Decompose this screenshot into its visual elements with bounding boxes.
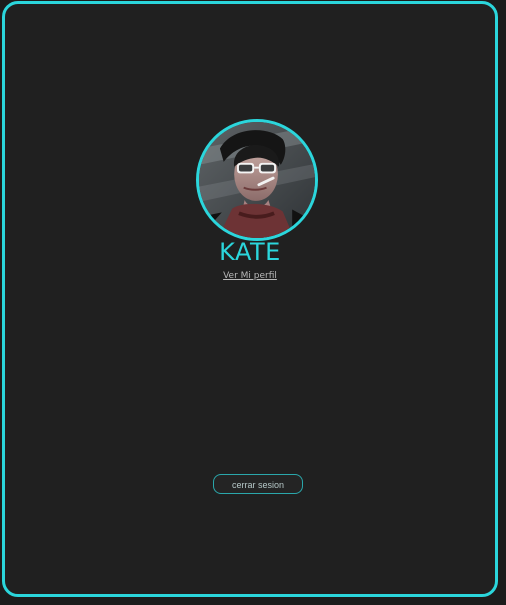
avatar-photo-icon <box>199 122 315 238</box>
avatar <box>196 119 318 241</box>
profile-name: KATE <box>219 238 281 266</box>
profile-panel: KATE Ver Mi perfil cerrar sesion <box>2 1 498 597</box>
view-profile-link[interactable]: Ver Mi perfil <box>5 270 495 282</box>
logout-button[interactable]: cerrar sesion <box>213 474 303 494</box>
